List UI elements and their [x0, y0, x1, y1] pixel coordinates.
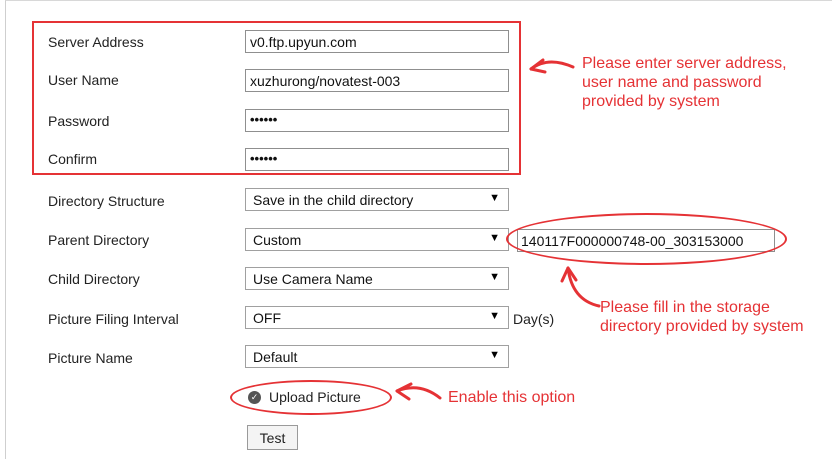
picture-name-label: Picture Name — [48, 350, 133, 366]
server-note-line-1: Please enter server address, — [582, 55, 787, 72]
credentials-highlight-box — [32, 21, 521, 175]
parent-directory-select[interactable]: Custom ▼ — [245, 228, 509, 251]
directory-structure-value: Save in the child directory — [253, 192, 414, 208]
picture-name-value: Default — [253, 349, 298, 365]
child-directory-value: Use Camera Name — [253, 271, 373, 287]
parent-directory-value: Custom — [253, 232, 302, 248]
picture-filing-interval-value: OFF — [253, 310, 281, 326]
server-instruction-note: Please enter server address, user name a… — [582, 54, 787, 111]
directory-structure-label: Directory Structure — [48, 193, 165, 209]
chevron-down-icon: ▼ — [489, 232, 500, 244]
child-directory-label: Child Directory — [48, 271, 140, 287]
child-directory-select[interactable]: Use Camera Name ▼ — [245, 267, 509, 290]
picture-filing-interval-select[interactable]: OFF ▼ — [245, 306, 509, 329]
upload-instruction-note: Enable this option — [448, 389, 576, 406]
directory-note-line-1: Please fill in the storage — [600, 299, 770, 316]
upload-highlight-ellipse — [230, 380, 392, 415]
server-note-line-2: user name and password — [582, 74, 762, 91]
directory-note-line-2: directory provided by system — [600, 318, 804, 335]
days-unit-label: Day(s) — [513, 311, 555, 327]
chevron-down-icon: ▼ — [489, 192, 500, 204]
test-button[interactable]: Test — [247, 425, 298, 450]
parent-directory-label: Parent Directory — [48, 232, 150, 248]
picture-filing-interval-label: Picture Filing Interval — [48, 311, 179, 327]
chevron-down-icon: ▼ — [489, 349, 500, 361]
chevron-down-icon: ▼ — [489, 310, 500, 322]
server-note-line-3: provided by system — [582, 93, 720, 110]
directory-highlight-ellipse — [506, 213, 787, 265]
directory-instruction-note: Please fill in the storage directory pro… — [600, 298, 804, 336]
directory-structure-select[interactable]: Save in the child directory ▼ — [245, 188, 509, 211]
picture-name-select[interactable]: Default ▼ — [245, 345, 509, 368]
chevron-down-icon: ▼ — [489, 271, 500, 283]
